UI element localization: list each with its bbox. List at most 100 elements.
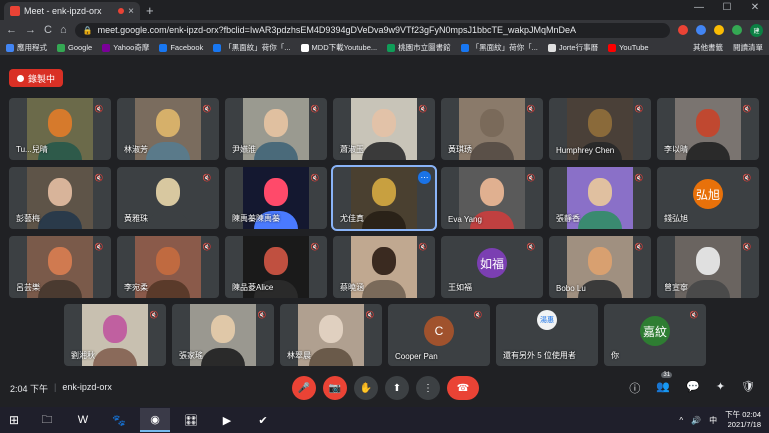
participant-body — [309, 348, 353, 366]
start-button[interactable]: ⊞ — [0, 407, 28, 433]
close-tab-icon[interactable]: × — [128, 6, 134, 17]
host-controls-button[interactable]: 🛡 — [741, 380, 755, 396]
participant-tile[interactable]: 🔇 張家瑤 — [172, 304, 274, 366]
bookmark-item[interactable]: Yahoo奇摩 — [102, 42, 149, 53]
participant-tile[interactable]: 🔇 陳禹蓁陳禹蓁 — [225, 167, 327, 229]
screen: Meet - enk-ipzd-orx × + — ☐ ✕ ← → C ⌂ 🔒 … — [0, 0, 769, 433]
bookmark-item[interactable]: 應用程式 — [6, 42, 47, 53]
participant-name: Eva Yang — [448, 215, 482, 224]
mic-toggle-button[interactable]: 🎤 — [292, 376, 316, 400]
lock-icon: 🔒 — [82, 25, 93, 35]
tile-more-options-icon[interactable]: ⋯ — [418, 171, 431, 184]
volume-icon[interactable]: 🔊 — [691, 416, 701, 425]
participant-tile[interactable]: ⋯ 尤佳真 — [331, 165, 437, 231]
tray-expand-icon[interactable]: ^ — [679, 416, 683, 425]
participant-tile[interactable]: 如福 🔇 王如福 — [441, 236, 543, 298]
taskbar-app-icon[interactable]: ✔ — [248, 408, 278, 432]
raise-hand-button[interactable]: ✋ — [354, 376, 378, 400]
participant-tile[interactable]: 🔇 陳品菱Alice — [225, 236, 327, 298]
participant-tile[interactable]: 🔇 林淑芳 — [117, 98, 219, 160]
extension-icon[interactable] — [714, 25, 724, 35]
bookmark-item[interactable]: Jorte行事曆 — [547, 42, 598, 53]
window-controls: — ☐ ✕ — [685, 2, 769, 13]
participant-tile[interactable]: 🔇 Humphrey Chen — [549, 98, 651, 160]
participant-face — [372, 109, 396, 138]
more-options-button[interactable]: ⋮ — [416, 376, 440, 400]
leave-call-button[interactable]: ☎ — [447, 376, 479, 400]
participant-tile[interactable]: 🔇 李以晴 — [657, 98, 759, 160]
new-tab-button[interactable]: + — [146, 3, 154, 18]
participant-tile[interactable]: 🔇 劉湘秋 — [64, 304, 166, 366]
bookmark-item[interactable]: Facebook — [159, 43, 203, 52]
browser-tab-meet[interactable]: Meet - enk-ipzd-orx × — [4, 2, 140, 20]
participant-tile[interactable]: 🔇 蔡曉涵 — [333, 236, 435, 298]
address-bar[interactable]: 🔒 meet.google.com/enk-ipzd-orx?fbclid=Iw… — [74, 22, 670, 38]
participant-tile[interactable]: 🔇 林翠晨 — [280, 304, 382, 366]
people-icon: 👥 — [656, 381, 671, 393]
bookmark-folder[interactable]: 閱讀清單 — [733, 42, 763, 53]
participant-tile[interactable]: 🔇 曾宣寧 — [657, 236, 759, 298]
mic-muted-icon: 🔇 — [94, 244, 104, 251]
back-button[interactable]: ← — [6, 24, 17, 36]
taskbar-app-icon[interactable]: W — [68, 408, 98, 432]
extension-icon[interactable] — [732, 25, 742, 35]
taskbar-apps: 🗀 W 🐾 ◉ 🎛 ▶ ✔ — [32, 408, 278, 432]
participant-tile[interactable]: 嘉紋 🔇 你 — [604, 304, 706, 366]
participant-tile[interactable]: 🔇 彭藝梅 — [9, 167, 111, 229]
participant-tile[interactable]: 🔇 張靜香 — [549, 167, 651, 229]
bookmark-item[interactable]: 桃園市立圖書館 — [387, 42, 451, 53]
participant-tile[interactable]: C 🔇 Cooper Pan — [388, 304, 490, 366]
people-button[interactable]: 👥 31 — [656, 372, 673, 396]
bookmark-item[interactable]: Google — [57, 43, 92, 52]
home-button[interactable]: ⌂ — [60, 24, 67, 36]
present-button[interactable]: ⬆ — [385, 376, 409, 400]
participant-tile[interactable]: 弘旭 🔇 錢弘旭 — [657, 167, 759, 229]
maximize-button[interactable]: ☐ — [713, 2, 741, 13]
bookmark-item[interactable]: YouTube — [608, 43, 649, 52]
browser-toolbar: ← → C ⌂ 🔒 meet.google.com/enk-ipzd-orx?f… — [0, 20, 769, 40]
participant-tile[interactable]: 🔇 李宛柔 — [117, 236, 219, 298]
participant-tile[interactable]: 湯惠 還有另外 5 位使用者 — [496, 304, 598, 366]
participant-name: 曾宣寧 — [664, 283, 688, 292]
participant-tile[interactable]: 🔇 黃雅珠 — [117, 167, 219, 229]
participant-face — [48, 178, 72, 207]
participant-face — [264, 247, 288, 276]
forward-button[interactable]: → — [25, 24, 36, 36]
participant-tile[interactable]: 🔇 蕭淑玉 — [333, 98, 435, 160]
system-clock[interactable]: 下午 02:04 2021/7/18 — [725, 410, 761, 430]
meet-control-bar: 2:04 下午 | enk-ipzd-orx 🎤 📷 ✋ ⬆ ⋮ ☎ ⓘ 👥 3… — [0, 370, 769, 407]
participant-tile[interactable]: 🔇 Eva Yang — [441, 167, 543, 229]
url-text: meet.google.com/enk-ipzd-orx?fbclid=IwAR… — [97, 25, 577, 35]
extension-icon[interactable] — [678, 25, 688, 35]
taskbar-app-icon[interactable]: 🎛 — [176, 408, 206, 432]
camera-toggle-button[interactable]: 📷 — [323, 376, 347, 400]
reload-button[interactable]: C — [44, 24, 52, 36]
participant-tile[interactable]: 🔇 Tu...兒晴 — [9, 98, 111, 160]
participant-name: Humphrey Chen — [556, 146, 615, 155]
participant-name: 張靜香 — [556, 214, 580, 223]
bookmark-item[interactable]: 「黑面紋」荷你「... — [213, 42, 291, 53]
participant-tile[interactable]: 🔇 黃琪琇 — [441, 98, 543, 160]
participant-tile[interactable]: 🔇 呂芸樂 — [9, 236, 111, 298]
bookmark-item[interactable]: 「黑面紋」荷你「... — [460, 42, 538, 53]
extension-icon[interactable] — [696, 25, 706, 35]
profile-avatar[interactable]: 建 — [750, 23, 763, 37]
bookmark-favicon-icon — [460, 43, 469, 52]
participant-tile[interactable]: 🔇 Bobo Lu — [549, 236, 651, 298]
close-window-button[interactable]: ✕ — [741, 2, 769, 13]
activities-button[interactable]: ✦ — [716, 380, 725, 396]
mic-muted-icon: 🔇 — [310, 244, 320, 251]
meeting-info-button[interactable]: ⓘ — [629, 380, 640, 396]
taskbar-app-icon[interactable]: 🐾 — [104, 408, 134, 432]
input-method-icon[interactable]: 中 — [709, 415, 717, 426]
taskbar-app-icon[interactable]: 🗀 — [32, 408, 62, 432]
chat-button[interactable]: 💬 — [686, 380, 700, 396]
recording-indicator-icon — [118, 8, 125, 14]
bookmark-label: 「黑面紋」荷你「... — [471, 43, 538, 52]
participant-tile[interactable]: 🔇 尹嬿淮 — [225, 98, 327, 160]
bookmark-folder[interactable]: 其他書籤 — [693, 42, 723, 53]
taskbar-app-icon[interactable]: ▶ — [212, 408, 242, 432]
bookmark-item[interactable]: MDD下載Youtube... — [300, 42, 377, 53]
taskbar-app-icon[interactable]: ◉ — [140, 408, 170, 432]
minimize-button[interactable]: — — [685, 2, 713, 13]
